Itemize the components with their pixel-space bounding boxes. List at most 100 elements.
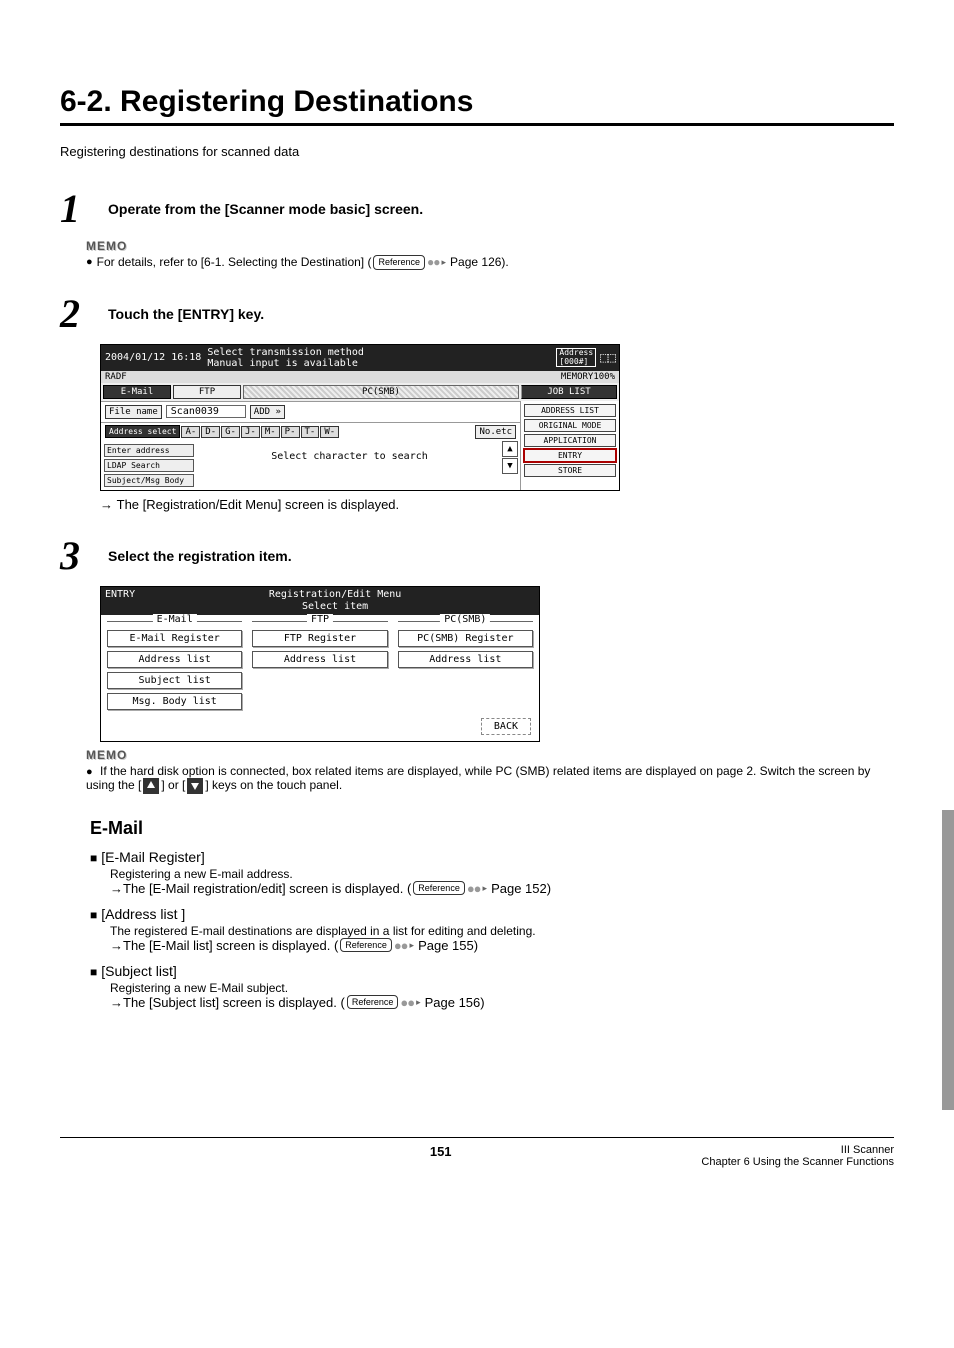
subject-list-desc: Registering a new E-Mail subject. xyxy=(110,981,894,995)
arrow-down-icon xyxy=(187,778,203,794)
letter-d[interactable]: D- xyxy=(201,426,220,438)
letter-t[interactable]: T- xyxy=(301,426,320,438)
reference-badge-e1: Reference xyxy=(413,881,465,896)
step-1-title: Operate from the [Scanner mode basic] sc… xyxy=(108,201,894,217)
ftp-address-list-button[interactable]: Address list xyxy=(252,651,387,668)
email-heading: E-Mail xyxy=(90,818,894,839)
screen1-message-2: Manual input is available xyxy=(207,358,556,369)
screen1-datetime: 2004/01/12 16:18 xyxy=(105,352,201,363)
arrow-up-icon xyxy=(143,778,159,794)
step-2-number: 2 xyxy=(60,294,100,334)
email-register-button[interactable]: E-Mail Register xyxy=(107,630,242,647)
step-1-number: 1 xyxy=(60,189,100,229)
subject-list-res-a: The [Subject list] screen is displayed. … xyxy=(123,995,345,1010)
entry-button[interactable]: ENTRY xyxy=(524,449,616,462)
memo-3-text-b: ] or [ xyxy=(161,778,185,792)
step-2-result-text: The [Registration/Edit Menu] screen is d… xyxy=(117,497,400,512)
email-address-list-button[interactable]: Address list xyxy=(107,651,242,668)
screen1-message-1: Select transmission method xyxy=(207,347,556,358)
address-list-desc: The registered E-mail destinations are d… xyxy=(110,924,894,938)
tab-pcsmb[interactable]: PC(SMB) xyxy=(243,385,519,399)
memory-label: MEMORY100% xyxy=(557,371,619,383)
email-register-desc: Registering a new E-mail address. xyxy=(110,867,894,881)
reference-badge-e3: Reference xyxy=(347,995,399,1010)
tri-e1: ▸ xyxy=(483,883,488,894)
memo-3-text-c: ] keys on the touch panel. xyxy=(205,778,342,792)
ftp-register-button[interactable]: FTP Register xyxy=(252,630,387,647)
subject-list-head-text: [Subject list] xyxy=(101,963,176,979)
memo-3-line: ● If the hard disk option is connected, … xyxy=(86,764,894,794)
dots-e1: ●● xyxy=(467,881,481,896)
tri-e2: ▸ xyxy=(410,940,415,951)
pcsmb-address-list-button[interactable]: Address list xyxy=(398,651,533,668)
screenshot-registration-edit: ENTRY Registration/Edit Menu Select item… xyxy=(100,586,540,742)
dots-e3: ●● xyxy=(400,995,414,1010)
address-select-button[interactable]: Address select xyxy=(105,425,180,438)
memo-label-1: MEMO xyxy=(86,239,894,253)
counter-icon: ⬚⬚ xyxy=(600,350,615,366)
enter-address-button[interactable]: Enter address xyxy=(104,444,194,457)
job-list-button[interactable]: JOB LIST xyxy=(521,385,617,399)
letter-p[interactable]: P- xyxy=(281,426,300,438)
side-tab xyxy=(942,810,954,1110)
arrow-up-button[interactable]: ▲ xyxy=(502,441,518,457)
memo-label-3: MEMO xyxy=(86,748,894,762)
tri-icon: ▸ xyxy=(442,257,447,268)
subject-list-result: →The [Subject list] screen is displayed.… xyxy=(110,995,894,1010)
address-list-res-a: The [E-Mail list] screen is displayed. ( xyxy=(123,938,338,953)
letter-j[interactable]: J- xyxy=(241,426,260,438)
memo-1-line: ● For details, refer to [6-1. Selecting … xyxy=(86,255,894,270)
no-etc-button[interactable]: No.etc xyxy=(475,425,516,439)
subject-msg-body-button[interactable]: Subject/Msg Body xyxy=(104,474,194,487)
letter-g[interactable]: G- xyxy=(221,426,240,438)
back-button[interactable]: BACK xyxy=(481,718,531,735)
s2-mode-label: ENTRY xyxy=(105,589,135,613)
tri-e3: ▸ xyxy=(416,997,421,1008)
application-button[interactable]: APPLICATION xyxy=(524,434,616,447)
pcsmb-register-button[interactable]: PC(SMB) Register xyxy=(398,630,533,647)
step-3-number: 3 xyxy=(60,536,100,576)
bullet-icon: ● xyxy=(86,256,93,268)
bullet-icon-3: ● xyxy=(86,766,93,778)
email-register-res-a: The [E-Mail registration/edit] screen is… xyxy=(123,881,411,896)
tab-email[interactable]: E-Mail xyxy=(103,385,171,399)
footer-chapter: Chapter 6 Using the Scanner Functions xyxy=(701,1156,894,1168)
memo-3-text-a: If the hard disk option is connected, bo… xyxy=(86,764,870,792)
reference-badge: Reference xyxy=(373,255,425,270)
reference-badge-e2: Reference xyxy=(340,938,392,953)
arrow-down-button[interactable]: ▼ xyxy=(502,458,518,474)
step-2-result: → The [Registration/Edit Menu] screen is… xyxy=(100,497,894,512)
letter-m[interactable]: M- xyxy=(261,426,280,438)
s2-header-l2: Select item xyxy=(135,601,535,613)
msg-body-list-button[interactable]: Msg. Body list xyxy=(107,693,242,710)
tab-ftp[interactable]: FTP xyxy=(173,385,241,399)
original-mode-button[interactable]: ORIGINAL MODE xyxy=(524,419,616,432)
ldap-search-button[interactable]: LDAP Search xyxy=(104,459,194,472)
radf-label: RADF xyxy=(101,371,557,383)
s2-grp-ftp: FTP xyxy=(307,614,333,625)
dots-e2: ●● xyxy=(394,938,408,953)
s2-grp-email: E-Mail xyxy=(153,614,197,625)
add-button[interactable]: ADD » xyxy=(250,405,285,419)
address-list-result: →The [E-Mail list] screen is displayed. … xyxy=(110,938,894,953)
footer-section: III Scanner xyxy=(701,1144,894,1156)
subject-list-button[interactable]: Subject list xyxy=(107,672,242,689)
s2-header-l1: Registration/Edit Menu xyxy=(135,589,535,601)
email-register-result: →The [E-Mail registration/edit] screen i… xyxy=(110,881,894,896)
store-button[interactable]: STORE xyxy=(524,464,616,477)
letter-a[interactable]: A- xyxy=(181,426,200,438)
address-list-button[interactable]: ADDRESS LIST xyxy=(524,404,616,417)
email-register-res-b: Page 152) xyxy=(491,881,551,896)
email-register-head: ■[E-Mail Register] xyxy=(90,849,894,865)
file-name-value[interactable]: Scan0039 xyxy=(166,405,246,418)
letter-w[interactable]: W- xyxy=(320,426,339,438)
select-char-text: Select character to search xyxy=(197,441,502,490)
screenshot-scanner-basic: 2004/01/12 16:18 Select transmission met… xyxy=(100,344,620,491)
memo-1-text-b: Page 126). xyxy=(450,255,509,269)
dots-icon: ●● xyxy=(427,255,440,269)
page-title: 6-2. Registering Destinations xyxy=(60,85,894,119)
page-number: 151 xyxy=(180,1144,701,1168)
file-name-label: File name xyxy=(105,405,162,419)
title-underline xyxy=(60,123,894,126)
address-list-head-text: [Address list ] xyxy=(101,906,185,922)
